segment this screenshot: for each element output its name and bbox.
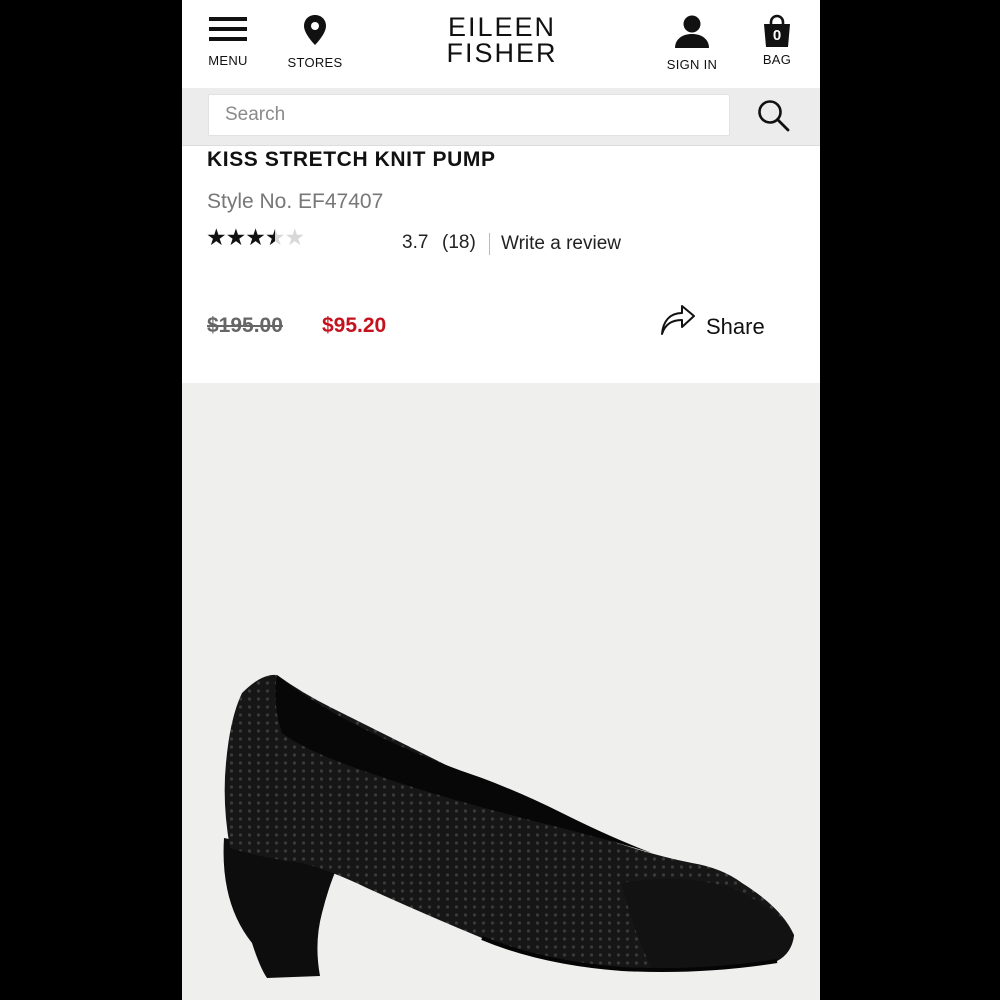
product-image[interactable] <box>182 383 820 1000</box>
menu-label: MENU <box>208 53 248 68</box>
rating-value: 3.7 <box>402 232 429 253</box>
share-label: Share <box>706 314 765 339</box>
stores-label: STORES <box>287 55 343 70</box>
bag-icon: 0 <box>760 14 794 48</box>
write-review-link[interactable]: Write a review <box>501 233 621 255</box>
menu-button[interactable]: MENU <box>206 14 250 68</box>
location-pin-icon <box>304 15 326 45</box>
star-5-icon: ★ <box>284 224 306 250</box>
user-icon <box>675 15 709 48</box>
style-number: Style No. EF47407 <box>207 190 384 213</box>
sign-in-button[interactable]: SIGN IN <box>664 14 720 72</box>
product-title: KISS STRETCH KNIT PUMP <box>207 148 496 171</box>
bag-count: 0 <box>772 27 782 44</box>
hamburger-icon <box>209 17 247 41</box>
sign-in-label: SIGN IN <box>666 57 718 72</box>
star-4-icon: ★ <box>264 224 286 250</box>
original-price: $195.00 <box>207 314 283 337</box>
star-2-icon: ★ <box>225 224 247 250</box>
sale-price: $95.20 <box>322 314 387 337</box>
share-arrow-icon <box>661 305 695 335</box>
shoe-image <box>223 674 794 978</box>
star-1-icon: ★ <box>206 224 227 250</box>
search-bar <box>182 88 820 146</box>
search-button[interactable] <box>756 98 792 134</box>
bag-button[interactable]: 0 BAG <box>756 14 798 67</box>
phone-screen: MENU STORES EILEEN FISHER SIGN IN 0 BAG … <box>182 0 820 1000</box>
rating-divider <box>489 233 490 255</box>
star-rating[interactable]: ★★★★★ <box>206 224 306 250</box>
stores-button[interactable]: STORES <box>284 14 346 70</box>
search-icon <box>758 100 790 132</box>
star-3-icon: ★ <box>245 224 266 250</box>
logo-line-1: EILEEN <box>447 12 557 42</box>
logo-line-2: FISHER <box>446 38 558 68</box>
brand-logo[interactable]: EILEEN FISHER <box>418 12 586 68</box>
search-input[interactable] <box>208 94 730 136</box>
top-navigation-bar: MENU STORES EILEEN FISHER SIGN IN 0 BAG <box>182 0 820 88</box>
review-count[interactable]: (18) <box>442 232 476 254</box>
bag-label: BAG <box>762 52 792 67</box>
